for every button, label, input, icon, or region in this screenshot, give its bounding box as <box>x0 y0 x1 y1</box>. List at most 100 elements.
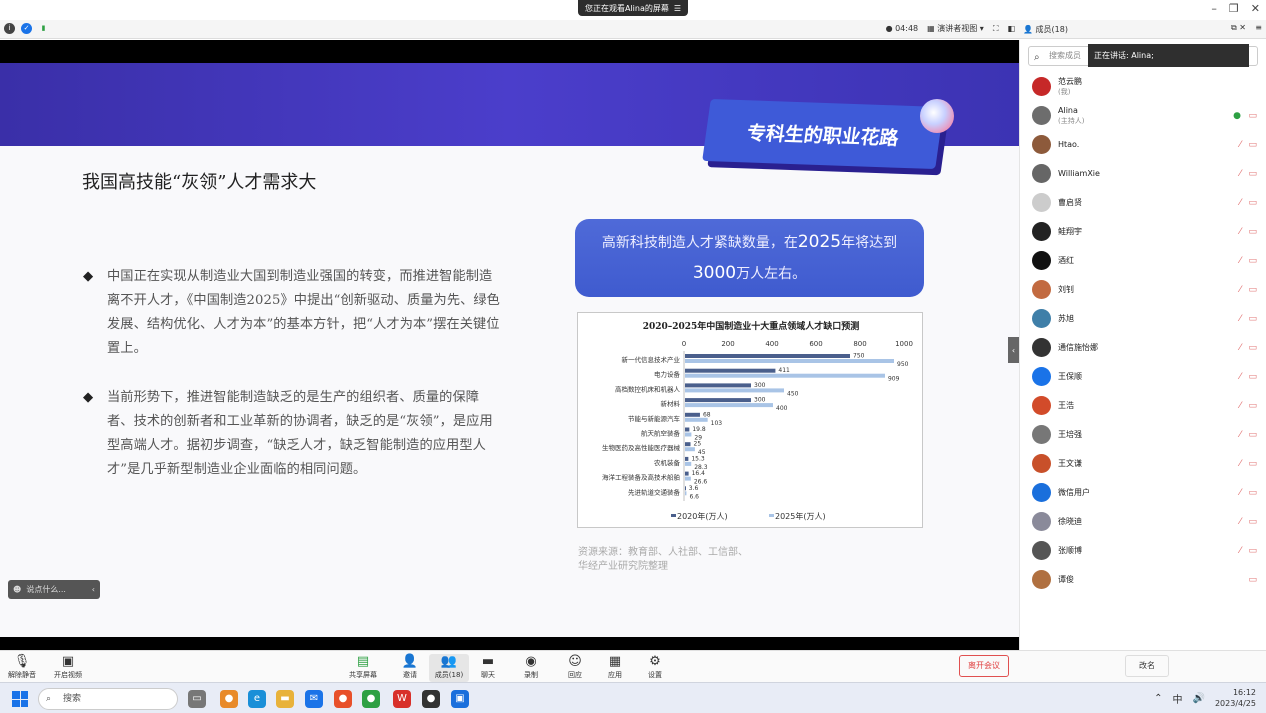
member-row[interactable]: 刘钊 ⁄ ▭ <box>1020 275 1266 304</box>
member-row[interactable]: 王培强 ⁄ ▭ <box>1020 420 1266 449</box>
camera-off-icon[interactable]: ▭ <box>1248 227 1257 237</box>
camera-off-icon[interactable]: ▭ <box>1248 546 1257 556</box>
member-row[interactable]: 鲑翔宇 ⁄ ▭ <box>1020 217 1266 246</box>
camera-off-icon[interactable]: ▭ <box>1248 430 1257 440</box>
camera-off-icon[interactable]: ▭ <box>1248 401 1257 411</box>
camera-off-icon[interactable]: ▭ <box>1248 111 1257 121</box>
mic-muted-icon[interactable]: ⁄ <box>1239 140 1241 150</box>
mic-muted-icon[interactable]: ⁄ <box>1239 343 1241 353</box>
data-label: 411 <box>778 367 790 374</box>
camera-off-icon[interactable]: ▭ <box>1248 372 1257 382</box>
member-row[interactable]: 王浩 ⁄ ▭ <box>1020 391 1266 420</box>
mic-muted-icon[interactable]: ⁄ <box>1239 285 1241 295</box>
member-row[interactable]: 苏旭 ⁄ ▭ <box>1020 304 1266 333</box>
app-icon-1[interactable]: ● <box>220 690 238 708</box>
unmute-button[interactable]: 🎙 解除静音 <box>2 654 42 680</box>
clock-time: 16:12 <box>1232 688 1256 697</box>
speaker-widget[interactable]: ☻ 说点什么... ‹ <box>8 580 100 599</box>
mic-muted-icon[interactable]: ⁄ <box>1239 546 1241 556</box>
volume-icon[interactable]: 🔊 <box>1193 693 1205 704</box>
camera-off-icon[interactable]: ▭ <box>1248 575 1257 585</box>
mic-muted-icon[interactable]: ⁄ <box>1239 459 1241 469</box>
member-row[interactable]: 徐晓迪 ⁄ ▭ <box>1020 507 1266 536</box>
firefox-icon[interactable]: ● <box>334 690 352 708</box>
member-row[interactable]: Alina (主持人) ● ▭ <box>1020 101 1266 130</box>
camera-off-icon[interactable]: ▭ <box>1248 314 1257 324</box>
member-name: 范云鹏 <box>1058 76 1082 86</box>
mail-icon[interactable]: ✉ <box>305 690 323 708</box>
member-row[interactable]: 范云鹏 (我) <box>1020 72 1266 101</box>
member-row[interactable]: 酒红 ⁄ ▭ <box>1020 246 1266 275</box>
ime-label[interactable]: 中 <box>1173 691 1183 706</box>
camera-off-icon[interactable]: ▭ <box>1248 517 1257 527</box>
edge-icon[interactable]: e <box>248 690 266 708</box>
mic-on-icon[interactable]: ● <box>1233 111 1241 121</box>
camera-off-icon[interactable]: ▭ <box>1248 256 1257 266</box>
invite-button[interactable]: 👤 邀请 <box>390 654 430 680</box>
leave-meeting-button[interactable]: 离开会议 <box>959 655 1009 677</box>
split-view-icon[interactable]: ◧ <box>1007 24 1015 33</box>
popout-icon[interactable]: ⧉ ✕ <box>1231 23 1246 33</box>
rename-button[interactable]: 改名 <box>1125 655 1169 677</box>
mic-muted-icon[interactable]: ⁄ <box>1239 488 1241 498</box>
mic-muted-icon[interactable]: ⁄ <box>1239 517 1241 527</box>
apps-button[interactable]: ▦ 应用 <box>595 654 635 680</box>
wechat-icon[interactable]: ● <box>362 690 380 708</box>
settings-button[interactable]: ⚙ 设置 <box>635 654 675 680</box>
gear-icon: ⚙ <box>649 654 661 669</box>
chevron-up-icon[interactable]: ⌃ <box>1154 693 1162 704</box>
mic-muted-icon[interactable]: ⁄ <box>1239 198 1241 208</box>
windows-start-icon[interactable] <box>12 691 28 707</box>
member-row[interactable]: 微信用户 ⁄ ▭ <box>1020 478 1266 507</box>
camera-off-icon[interactable]: ▭ <box>1248 140 1257 150</box>
member-row[interactable]: 曹启贤 ⁄ ▭ <box>1020 188 1266 217</box>
member-row[interactable]: 张顺博 ⁄ ▭ <box>1020 536 1266 565</box>
video-button[interactable]: ▣ 开启视频 <box>48 654 88 680</box>
signal-icon[interactable]: ▮ <box>38 23 49 34</box>
mic-muted-icon[interactable]: ⁄ <box>1239 401 1241 411</box>
close-button[interactable]: ✕ <box>1251 2 1260 15</box>
mic-muted-icon[interactable]: ⁄ <box>1239 372 1241 382</box>
app-icon-2[interactable]: ● <box>422 690 440 708</box>
folder-icon[interactable]: ▬ <box>276 690 294 708</box>
clock[interactable]: 16:12 2023/4/25 <box>1215 687 1256 709</box>
camera-off-icon[interactable]: ▭ <box>1248 488 1257 498</box>
share-screen-button[interactable]: ▤ 共享屏幕 <box>343 654 383 680</box>
restore-button[interactable]: ❐ <box>1229 2 1239 15</box>
member-row[interactable]: WilliamXie ⁄ ▭ <box>1020 159 1266 188</box>
minimize-button[interactable]: – <box>1211 2 1217 15</box>
member-name: 王培强 <box>1058 429 1082 439</box>
task-view-icon[interactable]: ▭ <box>188 690 206 708</box>
mic-muted-icon[interactable]: ⁄ <box>1239 430 1241 440</box>
menu-icon[interactable]: ☰ <box>674 4 681 13</box>
camera-off-icon[interactable]: ▭ <box>1248 459 1257 469</box>
wps-icon[interactable]: W <box>393 690 411 708</box>
fullscreen-icon[interactable]: ⛶ <box>993 24 999 34</box>
member-row[interactable]: 通信施怡娜 ⁄ ▭ <box>1020 333 1266 362</box>
reactions-button[interactable]: ☺ 回应 <box>555 654 595 680</box>
mic-muted-icon[interactable]: ⁄ <box>1239 314 1241 324</box>
members-button[interactable]: 👥 成员(18) <box>429 654 469 682</box>
mic-muted-icon[interactable]: ⁄ <box>1239 169 1241 179</box>
chevron-left-icon[interactable]: ‹ <box>92 585 95 594</box>
screen-share-banner[interactable]: 您正在观看Alina的屏幕 ☰ <box>578 0 688 16</box>
collapse-sidebar-button[interactable]: ‹ <box>1008 337 1019 363</box>
mic-muted-icon[interactable]: ⁄ <box>1239 256 1241 266</box>
taskbar-search[interactable]: ⌕ 搜索 <box>38 688 178 710</box>
shield-icon[interactable]: ✓ <box>21 23 32 34</box>
info-icon[interactable]: i <box>4 23 15 34</box>
view-mode-dropdown[interactable]: ▦ 演讲者视图 ▾ <box>927 23 984 34</box>
camera-off-icon[interactable]: ▭ <box>1248 285 1257 295</box>
member-row[interactable]: 王保顺 ⁄ ▭ <box>1020 362 1266 391</box>
camera-off-icon[interactable]: ▭ <box>1248 343 1257 353</box>
record-button[interactable]: ◉ 录制 <box>511 654 551 680</box>
member-row[interactable]: 谭俊 ▭ <box>1020 565 1266 594</box>
camera-off-icon[interactable]: ▭ <box>1248 169 1257 179</box>
camera-off-icon[interactable]: ▭ <box>1248 198 1257 208</box>
chat-button[interactable]: ▬ 聊天 <box>468 654 508 680</box>
mic-muted-icon[interactable]: ⁄ <box>1239 227 1241 237</box>
meeting-app-icon[interactable]: ▣ <box>451 690 469 708</box>
member-row[interactable]: Htao. ⁄ ▭ <box>1020 130 1266 159</box>
sidebar-menu-icon[interactable]: ≡ <box>1255 23 1262 32</box>
member-row[interactable]: 王文谦 ⁄ ▭ <box>1020 449 1266 478</box>
